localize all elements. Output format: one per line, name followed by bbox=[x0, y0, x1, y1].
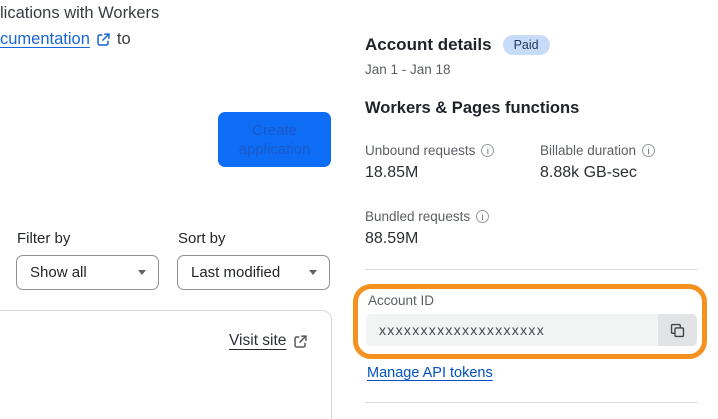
chevron-down-icon bbox=[309, 270, 317, 275]
chevron-down-icon bbox=[138, 270, 146, 275]
metric-value: 8.88k GB-sec bbox=[540, 164, 637, 181]
filter-select[interactable]: Show all bbox=[16, 255, 159, 290]
metric-label: Unbound requests bbox=[365, 143, 476, 158]
metric-value: 18.85M bbox=[365, 164, 419, 181]
billing-date-range: Jan 1 - Jan 18 bbox=[365, 62, 451, 77]
metric-bundled-requests: Bundled requests i 88.59M bbox=[365, 209, 490, 248]
metric-value: 88.59M bbox=[365, 230, 419, 247]
visit-site-label: Visit site bbox=[229, 332, 287, 349]
external-link-icon bbox=[293, 334, 308, 349]
copy-button[interactable] bbox=[658, 314, 697, 346]
metric-label: Billable duration bbox=[540, 143, 637, 158]
account-id-input[interactable] bbox=[366, 314, 658, 346]
sort-by-label: Sort by bbox=[178, 230, 226, 247]
metric-unbound-requests: Unbound requests i 18.85M bbox=[365, 143, 495, 182]
copy-icon bbox=[670, 323, 685, 337]
account-id-label: Account ID bbox=[368, 293, 435, 308]
external-link-icon bbox=[96, 32, 111, 47]
sort-select-value: Last modified bbox=[191, 264, 281, 281]
divider bbox=[365, 402, 698, 403]
intro-line-1: lications with Workers bbox=[0, 4, 160, 22]
account-details-header: Account details Paid bbox=[365, 35, 550, 55]
info-icon[interactable]: i bbox=[481, 144, 495, 157]
account-details-title: Account details bbox=[365, 35, 492, 54]
paid-badge: Paid bbox=[502, 35, 550, 55]
create-application-button[interactable]: Create application bbox=[218, 112, 331, 167]
account-id-row bbox=[366, 314, 697, 346]
filter-select-value: Show all bbox=[30, 264, 87, 281]
manage-api-tokens-link[interactable]: Manage API tokens bbox=[367, 365, 493, 381]
functions-section-title: Workers & Pages functions bbox=[365, 99, 580, 117]
sort-select[interactable]: Last modified bbox=[177, 255, 330, 290]
info-icon[interactable]: i bbox=[642, 144, 656, 157]
intro-line-2: cumentation to bbox=[0, 26, 159, 52]
divider bbox=[365, 269, 698, 270]
workers-pages-dashboard: lications with Workers cumentation to Cr… bbox=[0, 0, 718, 419]
info-icon[interactable]: i bbox=[476, 210, 490, 223]
metric-billable-duration: Billable duration i 8.88k GB-sec bbox=[540, 143, 656, 182]
filter-by-label: Filter by bbox=[17, 230, 71, 247]
visit-site-link[interactable]: Visit site bbox=[229, 332, 308, 350]
intro-text: lications with Workers cumentation to bbox=[0, 0, 159, 52]
documentation-link[interactable]: cumentation bbox=[0, 26, 90, 52]
intro-line-2-suffix: to bbox=[116, 30, 131, 48]
project-card bbox=[0, 310, 332, 419]
metric-label: Bundled requests bbox=[365, 209, 471, 224]
